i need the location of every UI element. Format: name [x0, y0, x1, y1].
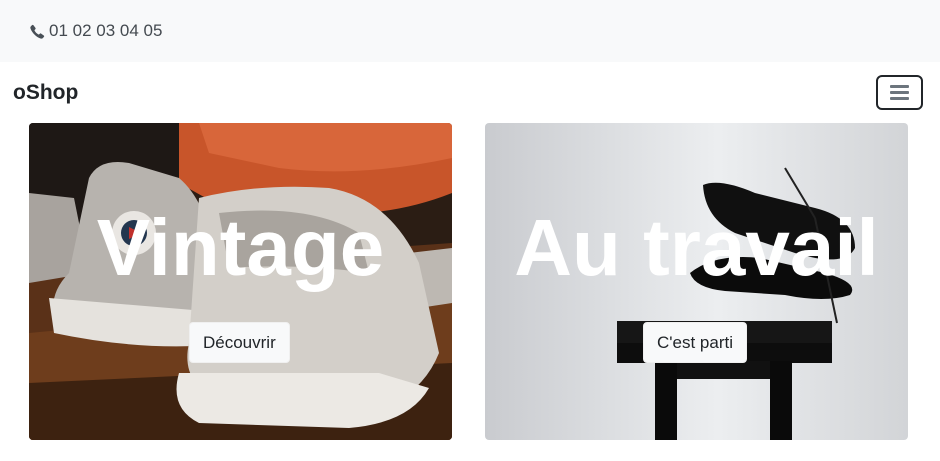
hamburger-line	[890, 97, 909, 100]
navbar: oShop	[0, 62, 940, 122]
hamburger-menu-icon	[890, 85, 909, 88]
discover-button[interactable]: Découvrir	[189, 322, 290, 363]
hamburger-line	[890, 91, 909, 94]
card-title: Au travail	[514, 203, 879, 292]
category-card-vintage: Vintage Découvrir	[29, 123, 452, 440]
phone-number: 01 02 03 04 05	[49, 21, 163, 40]
phone-icon	[30, 24, 45, 39]
get-started-button[interactable]: C'est parti	[643, 322, 747, 363]
top-info-bar: 01 02 03 04 05	[0, 0, 940, 62]
card-title: Vintage	[96, 203, 385, 292]
brand-logo-link[interactable]: oShop	[13, 81, 78, 105]
navbar-toggler-button[interactable]	[876, 75, 923, 110]
phone-contact: 01 02 03 04 05	[30, 21, 162, 41]
category-card-au-travail: Au travail C'est parti	[485, 123, 908, 440]
